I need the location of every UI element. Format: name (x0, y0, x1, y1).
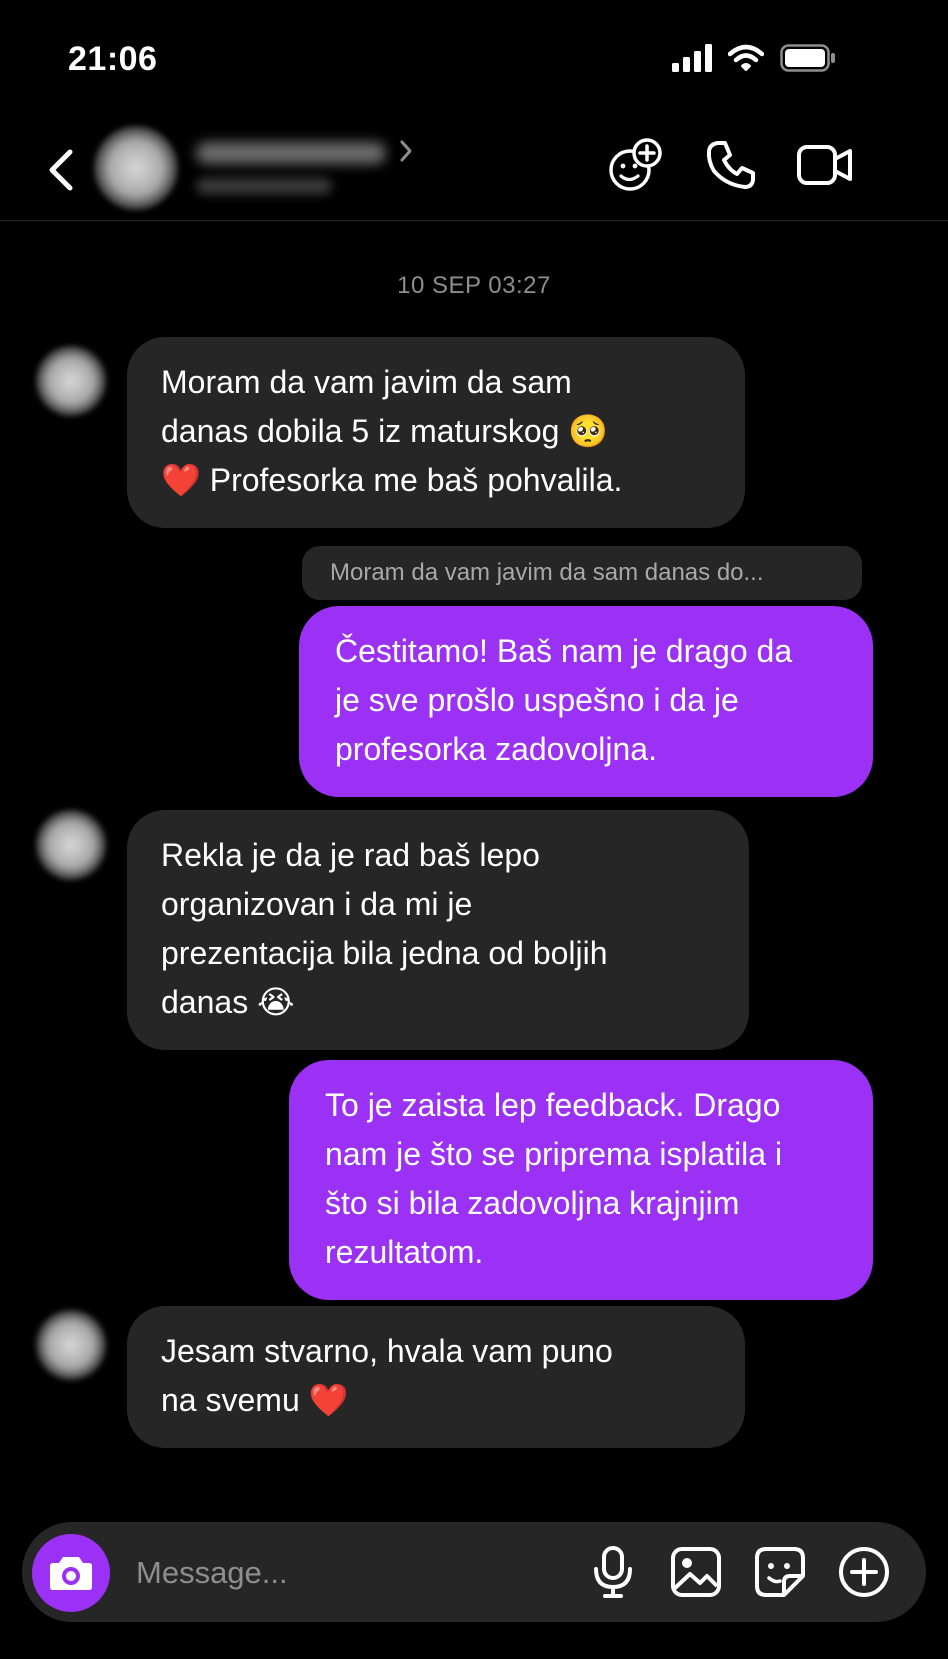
gallery-icon (671, 1547, 721, 1597)
message-line: To je zaista lep feedback. Drago (325, 1087, 781, 1123)
message-composer (22, 1522, 926, 1622)
chat-header (0, 120, 948, 221)
wifi-icon (728, 44, 764, 71)
gallery-button[interactable] (668, 1544, 724, 1600)
message-line: profesorka zadovoljna. (335, 731, 657, 767)
camera-icon (50, 1557, 92, 1590)
status-icons (672, 44, 836, 72)
chevron-right-icon[interactable] (398, 138, 414, 164)
contact-name-blurred[interactable] (196, 142, 386, 164)
more-options-button[interactable] (836, 1544, 892, 1600)
received-message[interactable]: Moram da vam javim da sam danas dobila 5… (127, 337, 745, 528)
message-line: organizovan i da mi je (161, 886, 473, 922)
contact-avatar[interactable] (94, 126, 178, 210)
video-call-button[interactable] (794, 134, 856, 196)
add-people-button[interactable] (604, 134, 666, 196)
status-time: 21:06 (68, 40, 158, 78)
message-line: na svemu ❤️ (161, 1382, 349, 1418)
message-input[interactable] (134, 1550, 558, 1596)
add-people-icon (609, 138, 662, 191)
voice-message-button[interactable] (585, 1544, 641, 1600)
cellular-signal-icon (672, 44, 712, 72)
message-line: je sve prošlo uspešno i da je (335, 682, 739, 718)
received-message[interactable]: Rekla je da je rad baš lepo organizovan … (127, 810, 749, 1050)
battery-icon (780, 44, 835, 72)
message-line: Jesam stvarno, hvala vam puno (161, 1333, 613, 1369)
sticker-button[interactable] (752, 1544, 808, 1600)
message-line: danas 😭 (161, 984, 295, 1020)
message-timestamp: 10 SEP 03:27 (397, 272, 551, 299)
reply-preview[interactable]: Moram da vam javim da sam danas do... (302, 546, 862, 600)
message-line: Rekla je da je rad baš lepo (161, 837, 540, 873)
sent-message[interactable]: Čestitamo! Baš nam je drago da je sve pr… (299, 606, 873, 797)
message-line: ❤️ Profesorka me baš pohvalila. (161, 462, 623, 498)
message-line: što si bila zadovoljna krajnjim (325, 1185, 740, 1221)
phone-icon (706, 141, 755, 189)
contact-username-blurred (196, 178, 332, 194)
message-line: nam je što se priprema isplatila i (325, 1136, 783, 1172)
plus-icon (839, 1547, 889, 1597)
sender-avatar[interactable] (36, 810, 106, 880)
message-line: danas dobila 5 iz maturskog 🥺 (161, 413, 609, 449)
video-camera-icon (797, 145, 852, 185)
sender-avatar[interactable] (36, 346, 106, 416)
sticker-icon (755, 1547, 805, 1597)
sent-message[interactable]: To je zaista lep feedback. Drago nam je … (289, 1060, 873, 1300)
microphone-icon (594, 1546, 632, 1598)
back-icon[interactable] (42, 146, 82, 194)
message-line: rezultatom. (325, 1234, 484, 1270)
message-line: Moram da vam javim da sam (161, 364, 572, 400)
voice-call-button[interactable] (700, 134, 762, 196)
message-line: prezentacija bila jedna od boljih (161, 935, 608, 971)
sender-avatar[interactable] (36, 1310, 106, 1380)
message-line: Čestitamo! Baš nam je drago da (335, 633, 793, 669)
received-message[interactable]: Jesam stvarno, hvala vam puno na svemu ❤… (127, 1306, 745, 1448)
camera-button[interactable] (32, 1534, 110, 1612)
